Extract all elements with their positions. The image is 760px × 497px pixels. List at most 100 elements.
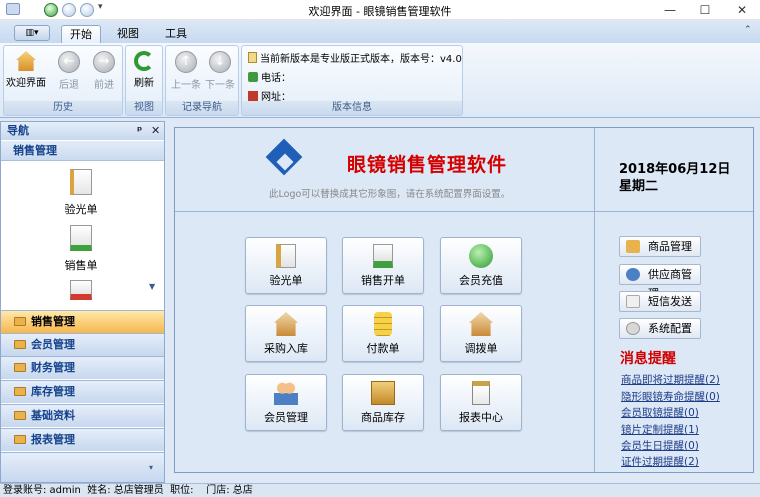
status-text: 登录账号: admin 姓名: 总店管理员 职位: 门店: 总店 [3, 485, 253, 496]
clipboard-icon [472, 381, 490, 405]
forward-button[interactable]: → 前进 [84, 51, 124, 91]
nav-scroll-down-icon[interactable]: ▼ [149, 282, 155, 291]
alert-lens-custom[interactable]: 镜片定制提醒(1) [621, 422, 699, 437]
pin-icon[interactable]: ᵖ [137, 122, 142, 140]
group-view-label: 视图 [126, 101, 162, 115]
refresh-button[interactable]: 刷新 [124, 51, 164, 89]
system-config-button[interactable]: 系统配置 [619, 318, 701, 339]
down-arrow-icon: ↓ [209, 51, 231, 73]
app-window: ▾ 欢迎界面 - 眼镜销售管理软件 — ☐ ✕ ▥▾ 开始 视图 工具 ⌃ 欢迎… [0, 0, 760, 497]
product-icon [626, 240, 640, 253]
config-icon [626, 322, 640, 335]
alert-expiring-products[interactable]: 商品即将过期提醒(2) [621, 372, 720, 387]
back-button[interactable]: ← 后退 [49, 51, 89, 91]
nav-group-sales[interactable]: 销售管理 [1, 310, 164, 333]
company-logo [265, 138, 305, 180]
close-button[interactable]: ✕ [727, 0, 757, 20]
optometry-button[interactable]: 验光单 [245, 237, 327, 294]
sales-doc-icon [70, 225, 92, 251]
report-center-button[interactable]: 报表中心 [440, 374, 522, 431]
tab-tools[interactable]: 工具 [156, 25, 196, 43]
nav-close-icon[interactable]: ✕ [151, 122, 160, 140]
transfer-house-icon [469, 312, 493, 336]
sms-icon [626, 295, 640, 308]
purchase-inbound-button[interactable]: 采购入库 [245, 305, 327, 362]
version-line: 当前新版本是专业版正式版本，版本号：v4.0 [248, 50, 462, 65]
status-bar: 登录账号: admin 姓名: 总店管理员 职位: 门店: 总店 [0, 483, 760, 497]
boxes-icon [371, 381, 395, 405]
phone-line: 电话： [248, 69, 291, 84]
back-arrow-icon: ← [58, 51, 80, 73]
group-view: 刷新 视图 [125, 45, 163, 116]
nav-section-title: 销售管理 [1, 141, 164, 161]
phone-icon [248, 72, 258, 82]
product-manage-button[interactable]: 商品管理 [619, 236, 701, 257]
nav-item-return[interactable] [41, 280, 121, 306]
transfer-button[interactable]: 调拨单 [440, 305, 522, 362]
alert-title: 消息提醒 [620, 351, 676, 367]
window-title: 欢迎界面 - 眼镜销售管理软件 [308, 5, 452, 18]
sms-send-button[interactable]: 短信发送 [619, 291, 701, 312]
optometry-icon [276, 244, 296, 268]
group-version-label: 版本信息 [242, 101, 462, 115]
tab-view[interactable]: 视图 [108, 25, 148, 43]
purchase-house-icon [274, 312, 298, 336]
ribbon: 欢迎界面 ← 后退 → 前进 历史 刷新 视图 ↑ 上一条 ↓ 下一条 记录导航… [0, 43, 760, 118]
alert-member-pickup[interactable]: 会员取镜提醒(0) [621, 405, 699, 420]
coins-icon [374, 312, 392, 336]
group-history-label: 历史 [4, 101, 122, 115]
ribbon-menu-button[interactable]: ▥▾ [14, 25, 50, 41]
folder-icon [14, 435, 26, 444]
member-recharge-button[interactable]: 会员充值 [440, 237, 522, 294]
nav-item-optometry[interactable]: 验光单 [41, 169, 121, 217]
up-arrow-icon: ↑ [175, 51, 197, 73]
divider [175, 211, 753, 212]
document-icon [248, 52, 257, 63]
nav-group-basic-data[interactable]: 基础资料 [1, 404, 164, 427]
sales-order-icon [373, 244, 393, 268]
alert-member-birthday[interactable]: 会员生日提醒(0) [621, 438, 699, 453]
home-icon [16, 51, 36, 71]
recharge-icon [469, 244, 493, 268]
folder-icon [14, 317, 26, 326]
welcome-button[interactable]: 欢迎界面 [6, 51, 46, 89]
forward-arrow-icon: → [93, 51, 115, 73]
weekday-label: 星期二 [619, 179, 659, 194]
welcome-panel: 眼镜销售管理软件 此Logo可以替换成其它形象图，请在系统配置界面设置。 201… [174, 127, 754, 473]
stock-button[interactable]: 商品库存 [342, 374, 424, 431]
payment-button[interactable]: 付款单 [342, 305, 424, 362]
minimize-button[interactable]: — [655, 0, 685, 20]
refresh-icon [134, 51, 154, 71]
supplier-manage-button[interactable]: 供应商管理 [619, 264, 701, 300]
nav-header: 导航 ᵖ ✕ [1, 122, 164, 140]
nav-bottom-bar: ▾ [1, 452, 164, 482]
brand-title: 眼镜销售管理软件 [347, 154, 508, 176]
alert-contact-lens-life[interactable]: 隐形眼镜寿命提醒(0) [621, 389, 720, 404]
sales-order-button[interactable]: 销售开单 [342, 237, 424, 294]
nav-overflow-icon[interactable]: ▾ [149, 457, 153, 479]
member-manage-button[interactable]: 会员管理 [245, 374, 327, 431]
collapse-ribbon-icon[interactable]: ⌃ [744, 25, 752, 35]
optometry-doc-icon [70, 169, 92, 195]
folder-icon [14, 411, 26, 420]
nav-group-reports[interactable]: 报表管理 [1, 428, 164, 451]
logo-hint: 此Logo可以替换成其它形象图，请在系统配置界面设置。 [269, 189, 511, 200]
nav-group-members[interactable]: 会员管理 [1, 333, 164, 356]
folder-icon [14, 363, 26, 372]
members-icon [274, 381, 298, 405]
alert-id-expiry[interactable]: 证件过期提醒(2) [621, 454, 699, 469]
tab-start[interactable]: 开始 [61, 25, 101, 43]
return-doc-icon [70, 280, 92, 300]
folder-icon [14, 387, 26, 396]
nav-group-inventory[interactable]: 库存管理 [1, 380, 164, 403]
maximize-button[interactable]: ☐ [690, 0, 720, 20]
supplier-icon [626, 268, 640, 281]
nav-item-sales[interactable]: 销售单 [41, 225, 121, 273]
next-record-button[interactable]: ↓ 下一条 [200, 51, 240, 91]
group-record-nav: ↑ 上一条 ↓ 下一条 记录导航 [165, 45, 239, 116]
navigation-panel: 导航 ᵖ ✕ 销售管理 验光单 销售单 ▼ 销售管理 会员管理 财务管理 库存管… [0, 121, 165, 483]
title-bar: ▾ 欢迎界面 - 眼镜销售管理软件 — ☐ ✕ [0, 0, 760, 20]
house-icon [248, 91, 258, 101]
nav-group-finance[interactable]: 财务管理 [1, 356, 164, 379]
group-record-nav-label: 记录导航 [166, 101, 238, 115]
